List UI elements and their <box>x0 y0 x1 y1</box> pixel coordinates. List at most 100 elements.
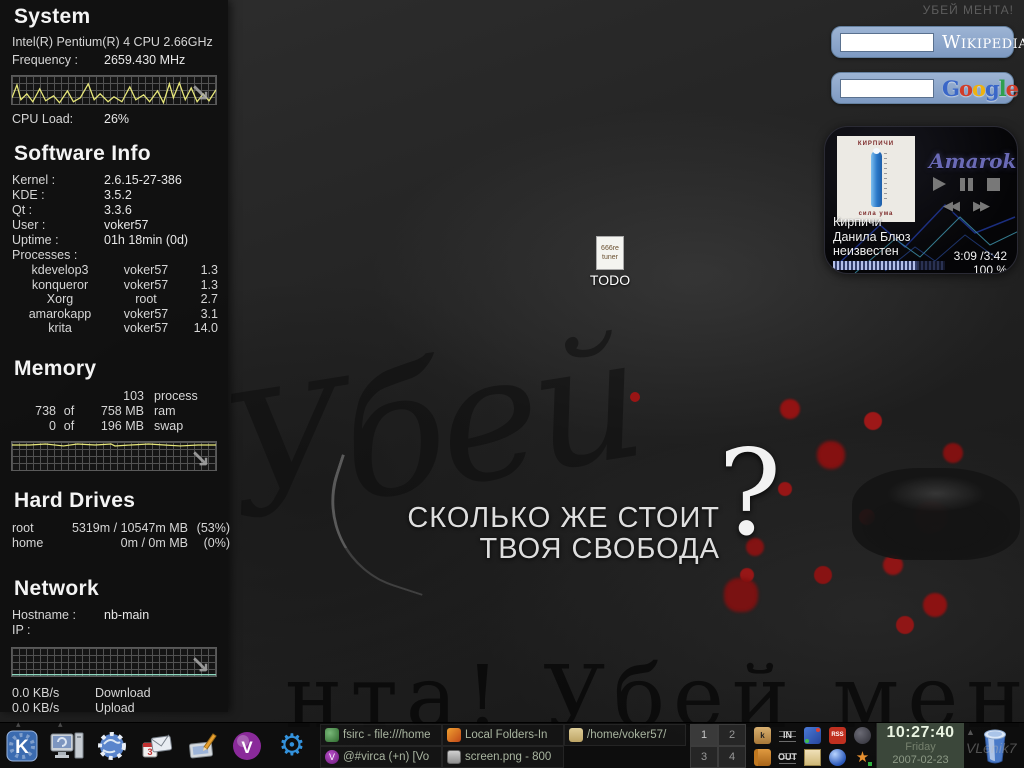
pager-desktop-4[interactable]: 4 <box>718 746 746 768</box>
task-virca-chat[interactable]: V@#virca (+n) [Vo <box>320 746 442 768</box>
pause-button[interactable] <box>960 178 973 191</box>
user-value: voker57 <box>104 218 220 233</box>
kernel-value: 2.6.15-27-386 <box>104 173 220 188</box>
virca-launcher[interactable]: V <box>229 728 265 764</box>
notes-launcher[interactable] <box>184 728 220 764</box>
google-search-widget[interactable]: Google <box>831 72 1014 104</box>
svg-text:3: 3 <box>147 747 152 757</box>
folder-icon <box>569 728 583 742</box>
cpu-load-label: CPU Load: <box>12 112 104 127</box>
trash-popup-arrow[interactable]: ▲ <box>966 727 975 737</box>
konqueror-launcher[interactable] <box>94 728 130 764</box>
track-time: 3:09 /3:42 <box>954 249 1007 263</box>
v-app-icon: V <box>231 730 263 762</box>
track-artist: Кирпичи <box>833 215 910 230</box>
album-art[interactable]: КИРПИЧИ сила ума <box>837 136 915 222</box>
desktop-icon-todo[interactable]: 666re tuner TODO <box>585 236 635 288</box>
wallpaper-line1: СКОЛЬКО ЖЕ СТОИТ <box>407 503 720 534</box>
qt-value: 3.3.6 <box>104 203 220 218</box>
task-screen-png[interactable]: screen.png - 800 <box>442 746 564 768</box>
track-title: Данила Блюз <box>833 230 910 245</box>
drive-row: home0m / 0m MB(0%) <box>0 536 228 551</box>
section-title-software: Software Info <box>0 142 228 166</box>
flower-app-icon[interactable]: ★ <box>854 749 871 766</box>
car-silhouette <box>852 468 1020 560</box>
system-monitor-widget: System Intel(R) Pentium(R) 4 CPU 2.66GHz… <box>0 0 228 712</box>
memory-row: 738of758 MBram <box>0 404 228 419</box>
gear-app-launcher[interactable]: ⚙ <box>274 728 310 764</box>
next-track-button[interactable]: ▶▶ <box>973 199 987 214</box>
wallpaper-slogan-top: УБЕЙ МЕНТА! <box>923 3 1014 17</box>
amarok-player-widget[interactable]: КИРПИЧИ сила ума Amarok ◀◀ ▶▶ Кирпичи Да… <box>824 126 1018 274</box>
task-fsirc[interactable]: fsirc - file:///home <box>320 724 442 746</box>
previous-track-button[interactable]: ◀◀ <box>943 199 957 214</box>
network-graph: ↘ <box>11 647 217 677</box>
task-kmail-folders[interactable]: Local Folders-In <box>442 724 564 746</box>
system-tray: k IN RSS OUT ★ <box>750 724 876 768</box>
track-album: неизвестен <box>833 244 910 259</box>
section-title-drives: Hard Drives <box>0 489 228 513</box>
text-file-icon: 666re tuner <box>596 236 624 270</box>
section-title-memory: Memory <box>0 357 228 381</box>
kernel-label: Kernel : <box>12 173 104 188</box>
kmenu-button[interactable]: K <box>4 728 40 764</box>
album-art-thermometer <box>871 151 882 207</box>
clock-day: Friday <box>877 741 964 754</box>
network-in-monitor-icon[interactable]: IN <box>779 727 796 744</box>
drive-row: root5319m / 10547m MB(53%) <box>0 521 228 536</box>
clock-date: 2007-02-23 <box>877 754 964 767</box>
kde-label: KDE : <box>12 188 104 203</box>
desktop-pager: 1 2 3 4 <box>690 724 746 768</box>
process-row: konquerorvoker571.3 <box>0 278 228 293</box>
graph-arrow-icon: ↘ <box>190 444 210 474</box>
konqueror-globe-icon <box>96 730 128 762</box>
cpu-model: Intel(R) Pentium(R) 4 CPU 2.66GHz <box>0 35 228 50</box>
kmenu-icon: K <box>6 730 38 762</box>
uptime-label: Uptime : <box>12 233 104 248</box>
graph-arrow-icon: ↘ <box>190 650 210 680</box>
process-row: kdevelop3voker571.3 <box>0 263 228 278</box>
cpu-load-graph: ↘ <box>11 75 217 105</box>
mail-notifier-icon[interactable] <box>804 749 821 766</box>
moon-applet-icon[interactable] <box>854 727 871 744</box>
globe-tray-icon[interactable] <box>829 749 846 766</box>
frequency-label: Frequency : <box>12 53 104 68</box>
track-progress-bar[interactable] <box>833 261 945 270</box>
memory-graph: ↘ <box>11 441 217 471</box>
fsirc-icon <box>325 728 339 742</box>
pager-desktop-3[interactable]: 3 <box>690 746 718 768</box>
frequency-value: 2659.430 MHz <box>104 53 220 68</box>
kwallet-icon[interactable] <box>754 749 771 766</box>
pencil-pad-icon <box>186 731 218 761</box>
pager-desktop-1[interactable]: 1 <box>690 724 718 746</box>
process-row: amarokappvoker573.1 <box>0 307 228 322</box>
play-button[interactable] <box>933 177 946 191</box>
google-search-input[interactable] <box>840 79 934 98</box>
task-home-folder[interactable]: /home/voker57/ <box>564 724 686 746</box>
panel-clock[interactable]: 10:27:40 Friday 2007-02-23 <box>876 723 964 768</box>
wallpaper-main-text: СКОЛЬКО ЖЕ СТОИТ ТВОЯ СВОБОДА <box>407 503 720 565</box>
network-out-monitor-icon[interactable]: OUT <box>779 749 796 766</box>
system-launcher[interactable] <box>49 728 85 764</box>
wallpaper-corner-text: VLenik7 <box>966 740 1017 756</box>
rss-reader-icon[interactable]: RSS <box>829 727 846 744</box>
user-label: User : <box>12 218 104 233</box>
memory-row: 103process <box>0 389 228 404</box>
stop-button[interactable] <box>987 178 1000 191</box>
process-row: Xorgroot2.7 <box>0 292 228 307</box>
wikipedia-search-input[interactable] <box>840 33 934 52</box>
ip-label: IP : <box>0 623 228 638</box>
kontact-launcher[interactable]: 3 <box>139 728 175 764</box>
mail-calendar-icon: 3 <box>140 731 174 761</box>
pager-desktop-2[interactable]: 2 <box>718 724 746 746</box>
uptime-value: 01h 18min (0d) <box>104 233 220 248</box>
wikipedia-search-widget[interactable]: Wikipedia <box>831 26 1014 58</box>
qt-label: Qt : <box>12 203 104 218</box>
network-rate-row: 0.0 KB/sDownload <box>0 686 228 701</box>
virca-icon: V <box>325 750 339 764</box>
network-connections-icon[interactable] <box>804 727 821 744</box>
volume-level: 100 % <box>954 263 1007 274</box>
wikipedia-logo: Wikipedia <box>942 32 1024 53</box>
image-viewer-icon <box>447 750 461 764</box>
klipper-icon[interactable]: k <box>754 727 771 744</box>
